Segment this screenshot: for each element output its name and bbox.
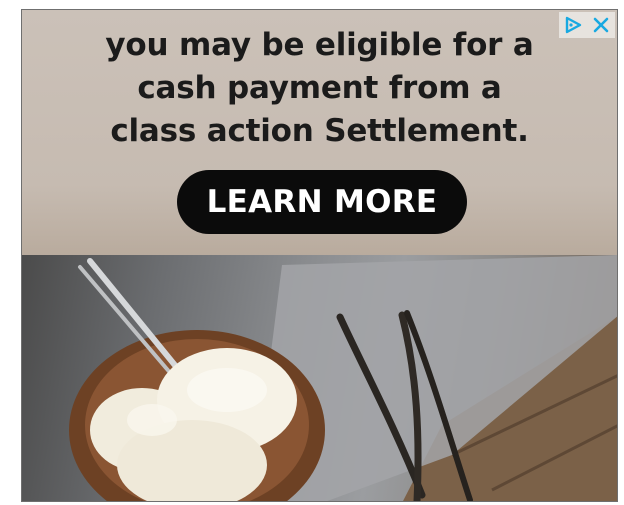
- learn-more-button[interactable]: LEARN MORE: [177, 170, 467, 234]
- ad-banner[interactable]: you may be eligible for a cash payment f…: [21, 9, 618, 502]
- ad-controls: [559, 12, 615, 38]
- ad-photo-ice-cream[interactable]: [22, 255, 617, 501]
- ad-headline: you may be eligible for a cash payment f…: [42, 24, 597, 153]
- headline-line-3: class action Settlement.: [110, 113, 529, 149]
- ice-cream-illustration: [69, 255, 617, 501]
- adchoices-triangle-icon[interactable]: [559, 12, 587, 38]
- ad-text-panel: you may be eligible for a cash payment f…: [22, 10, 617, 260]
- close-x-icon[interactable]: [587, 12, 615, 38]
- headline-line-2: cash payment from a: [137, 70, 502, 106]
- headline-line-1: you may be eligible for a: [105, 27, 534, 63]
